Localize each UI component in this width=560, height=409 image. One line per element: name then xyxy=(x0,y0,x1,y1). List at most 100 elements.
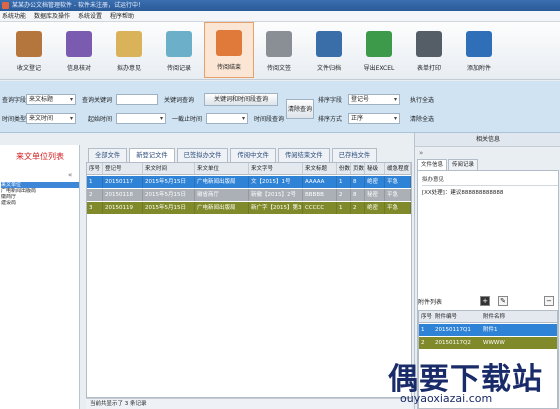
status-bar: 当前共显示了 3 条记录 xyxy=(86,398,412,409)
toolbar-button-label: 传阅结束 xyxy=(216,64,241,71)
toolbar-button-4[interactable]: 传阅结束 xyxy=(204,22,254,78)
toolbar-button-label: 添加附件 xyxy=(466,65,491,72)
toolbar-button-label: 收文登记 xyxy=(16,65,41,72)
attachment-header-row: 序号 附件编号 附件名称 xyxy=(419,311,557,323)
info-tabs: 文件信息 传阅记录 xyxy=(417,159,479,170)
table-cell: 来文单位 xyxy=(195,163,249,174)
tab-5[interactable]: 已存档文件 xyxy=(331,148,378,162)
clear-sort-button[interactable]: 清除全选 xyxy=(410,114,434,123)
toolbar-button-2[interactable]: 拟办意见 xyxy=(104,22,154,78)
table-row[interactable]: 2 20150118 2015年5月15日 徽省商厅 新徽【2015】2号 BBBBB 2 8… xyxy=(87,189,411,201)
table-cell: 来文字号 xyxy=(249,163,303,174)
sort-field-select[interactable]: 登记号 xyxy=(348,94,400,105)
to-label: 一截止时间 xyxy=(172,116,203,123)
end-time-input[interactable] xyxy=(206,113,248,124)
tab-1[interactable]: 新登记文件 xyxy=(129,148,175,163)
sort-method-select[interactable]: 正序 xyxy=(348,113,400,124)
menu-settings[interactable]: 系统设置 xyxy=(78,11,102,21)
table-cell: 1 xyxy=(337,202,351,214)
info-tab-0[interactable]: 文件信息 xyxy=(417,159,448,170)
time-type-select[interactable]: 来文时间 xyxy=(26,113,76,124)
attachment-title: 附件列表 xyxy=(418,299,443,306)
table-cell: 8 xyxy=(351,189,365,201)
sort-field-label: 排序字段 xyxy=(318,97,343,104)
toolbar-button-5[interactable]: 传阅文签 xyxy=(254,22,304,78)
watermark-url: ouyaoxiazai.com xyxy=(400,392,493,405)
table-cell: 1 xyxy=(87,176,103,188)
circulate-icon xyxy=(166,31,192,57)
attachment-cell: 2 xyxy=(421,340,425,346)
printer-icon xyxy=(416,31,442,57)
tab-3[interactable]: 传阅中文件 xyxy=(230,148,276,162)
table-cell: 徽省商厅 xyxy=(195,189,249,201)
collapse-left-button[interactable]: « xyxy=(68,171,72,179)
attachment-row[interactable]: 1 20150117Q1 附件1 xyxy=(419,324,557,336)
unit-tree-item[interactable]: 建设局 xyxy=(1,200,79,206)
table-cell: 1 xyxy=(337,176,351,188)
tab-4[interactable]: 传阅结束文件 xyxy=(277,148,330,162)
edit-attachment-icon[interactable]: ✎ xyxy=(498,296,508,306)
toolbar-button-3[interactable]: 传阅记录 xyxy=(154,22,204,78)
menu-bar: 系统功能 数据库及操作 系统设置 程序帮助 xyxy=(0,11,560,22)
table-cell: 广电新闻出版局 xyxy=(195,176,249,188)
window-title: 某某办公文档管理软件 - 软件未注册，试运行中！ xyxy=(12,2,144,9)
info-tab-1[interactable]: 传阅记录 xyxy=(448,159,479,170)
toolbar-button-label: 导出EXCEL xyxy=(363,65,395,72)
unit-tree: 来文单位 广电新闻出版局 徽商厅 建设局 xyxy=(1,182,79,206)
app-icon xyxy=(2,2,9,9)
menu-database[interactable]: 数据库及操作 xyxy=(34,11,70,21)
excel-export-icon xyxy=(366,31,392,57)
table-row[interactable]: 3 20150119 2015年5月15日 广电新闻出版局 新广字【2015】第3号 CC… xyxy=(87,202,411,214)
tab-0[interactable]: 全部文件 xyxy=(88,148,128,162)
table-cell: 广电新闻出版局 xyxy=(195,202,249,214)
table-header: 序号 登记号 来文时间 来文单位 来文字号 来文标题 份数 页数 秘级 缓急程度 xyxy=(87,163,411,175)
attachment-row[interactable]: 2 20150117Q2 WWWW xyxy=(419,337,557,349)
table-cell: 秘级 xyxy=(365,163,385,174)
book-register-icon xyxy=(16,31,42,57)
attachment-cell: 20150117Q2 xyxy=(435,340,471,346)
menu-system[interactable]: 系统功能 xyxy=(2,11,26,21)
toolbar-button-8[interactable]: 表单打印 xyxy=(404,22,454,78)
tab-2[interactable]: 已签拟办文件 xyxy=(176,148,229,162)
table-cell: 2 xyxy=(87,189,103,201)
table-cell: 登记号 xyxy=(103,163,143,174)
start-time-label: 起始时间 xyxy=(88,116,113,123)
keyword-time-query-button[interactable]: 关键词和时间段查询 xyxy=(204,93,278,106)
clear-query-button[interactable]: 清除查询 xyxy=(286,99,314,119)
table-cell: 序号 xyxy=(87,163,103,174)
attachment-cell: 序号 xyxy=(421,314,433,320)
remove-attachment-icon[interactable]: − xyxy=(544,296,554,306)
table-row[interactable]: 1 20150117 2015年5月15日 广电新闻出版局 文【2015】1号 AAAAA… xyxy=(87,176,411,188)
toolbar-button-6[interactable]: 文件归档 xyxy=(304,22,354,78)
binders-icon xyxy=(316,31,342,57)
add-attachment-icon[interactable]: + xyxy=(480,296,490,306)
toolbar-button-7[interactable]: 导出EXCEL xyxy=(354,22,404,78)
keyword-input[interactable] xyxy=(116,94,158,105)
table-cell: 8 xyxy=(351,176,365,188)
table-cell: 平急 xyxy=(385,202,411,214)
query-field-label: 查询字段 xyxy=(2,97,27,104)
query-field-select[interactable]: 来文标题 xyxy=(26,94,76,105)
toolbar-button-9[interactable]: 添加附件 xyxy=(454,22,504,78)
table-cell: 20150119 xyxy=(103,202,143,214)
toolbar-button-1[interactable]: 信息核对 xyxy=(54,22,104,78)
opinion-text: [XX处理]：建议888888888888 xyxy=(422,185,558,196)
time-range-query-button[interactable]: 时间段查询 xyxy=(254,114,284,123)
collapse-right-button[interactable]: » xyxy=(419,149,423,157)
keyword-query-button[interactable]: 关键词查询 xyxy=(164,95,194,104)
toolbar: 收文登记 信息核对 拟办意见 传阅记录 传阅结束 传阅文签 文件归档 导出EXCEL 表单打印 添… xyxy=(0,22,560,80)
execute-sort-button[interactable]: 执行全选 xyxy=(410,95,434,104)
menu-help[interactable]: 程序帮助 xyxy=(110,11,134,21)
tab-bar: 全部文件 新登记文件 已签拟办文件 传阅中文件 传阅结束文件 已存档文件 xyxy=(88,148,378,163)
start-time-input[interactable] xyxy=(116,113,166,124)
table-cell: 2015年5月15日 xyxy=(143,189,195,201)
table-cell: 文【2015】1号 xyxy=(249,176,303,188)
attachment-cell: 20150117Q1 xyxy=(435,327,471,333)
table-cell: 绝密 xyxy=(365,202,385,214)
title-bar: 某某办公文档管理软件 - 软件未注册，试运行中！ xyxy=(0,0,560,11)
attach-folder-icon xyxy=(466,31,492,57)
printer-sign-icon xyxy=(266,31,292,57)
opinion-label: 拟办意见 xyxy=(422,177,445,183)
toolbar-button-0[interactable]: 收文登记 xyxy=(4,22,54,78)
attachment-cell: 1 xyxy=(421,327,425,333)
